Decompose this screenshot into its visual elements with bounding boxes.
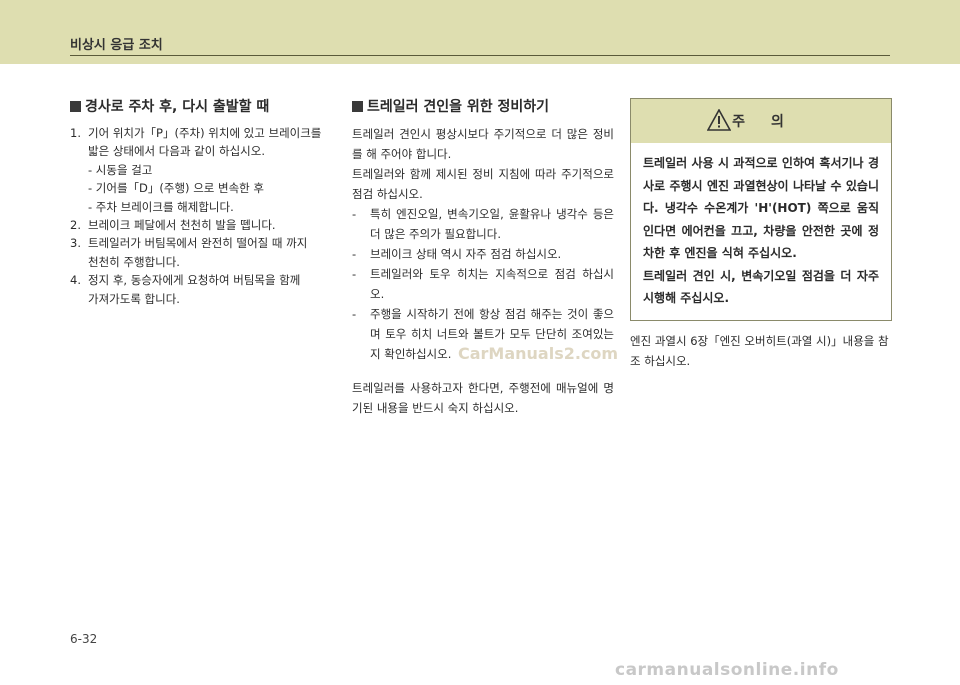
section1-heading: 경사로 주차 후, 다시 출발할 때	[70, 98, 332, 116]
caution-title: 주의	[732, 114, 810, 130]
caution-header: 주의	[631, 99, 891, 143]
square-bullet-icon	[352, 101, 363, 112]
watermark: CarManuals2.com	[458, 344, 619, 363]
list-item: - 특히 엔진오일, 변속기오일, 윤활유나 냉각수 등은 더 많은 주의가 필요…	[352, 207, 614, 241]
header-bar: 비상시 응급 조치	[0, 0, 960, 64]
square-bullet-icon	[70, 101, 81, 112]
step-list: 1. 기어 위치가「P」(주차) 위치에 있고 브레이크를 밟은 상태에서 다음…	[70, 124, 332, 308]
list-item: 3. 트레일러가 버팀목에서 완전히 떨어질 때 까지 천천히 주행합니다.	[70, 236, 308, 269]
caution-body: 트레일러 사용 시 과적으로 인하여 혹서기나 경사로 주행시 엔진 과열현상이…	[643, 156, 879, 305]
chapter-title: 비상시 응급 조치	[70, 38, 163, 53]
section2-heading: 트레일러 견인을 위한 정비하기	[352, 98, 614, 116]
paragraph: 트레일러와 함께 제시된 정비 지침에 따라 주기적으로 점검 하십시오.	[352, 167, 614, 201]
paragraph: 트레일러 견인시 평상시보다 주기적으로 더 많은 정비를 해 주어야 합니다.	[352, 127, 614, 161]
list-item: 1. 기어 위치가「P」(주차) 위치에 있고 브레이크를 밟은 상태에서 다음…	[70, 126, 322, 214]
paragraph: 트레일러를 사용하고자 한다면, 주행전에 매뉴얼에 명기된 내용을 반드시 숙…	[352, 381, 614, 415]
list-item: 4. 정지 후, 동승자에게 요청하여 버팀목을 함께 가져가도록 합니다.	[70, 273, 301, 306]
column-1: 경사로 주차 후, 다시 출발할 때 1. 기어 위치가「P」(주차) 위치에 …	[70, 98, 332, 308]
warning-triangle-icon	[707, 109, 731, 131]
column-2: 트레일러 견인을 위한 정비하기 트레일러 견인시 평상시보다 주기적으로 더 …	[352, 98, 614, 418]
header-rule	[70, 55, 890, 56]
footer-watermark: carmanualsonline.info	[615, 660, 839, 680]
list-item: - 브레이크 상태 역시 자주 점검 하십시오.	[352, 247, 562, 261]
reference-note: 엔진 과열시 6장「엔진 오버히트(과열 시)」내용을 참조 하십시오.	[630, 333, 889, 368]
list-item: 2. 브레이크 페달에서 천천히 발을 뗍니다.	[70, 218, 276, 233]
caution-box: 주의 트레일러 사용 시 과적으로 인하여 혹서기나 경사로 주행시 엔진 과열…	[630, 98, 892, 321]
page-number: 6-32	[70, 632, 98, 646]
list-item: - 트레일러와 토우 히치는 지속적으로 점검 하십시오.	[352, 267, 614, 301]
column-3: 주의 트레일러 사용 시 과적으로 인하여 혹서기나 경사로 주행시 엔진 과열…	[630, 98, 892, 371]
